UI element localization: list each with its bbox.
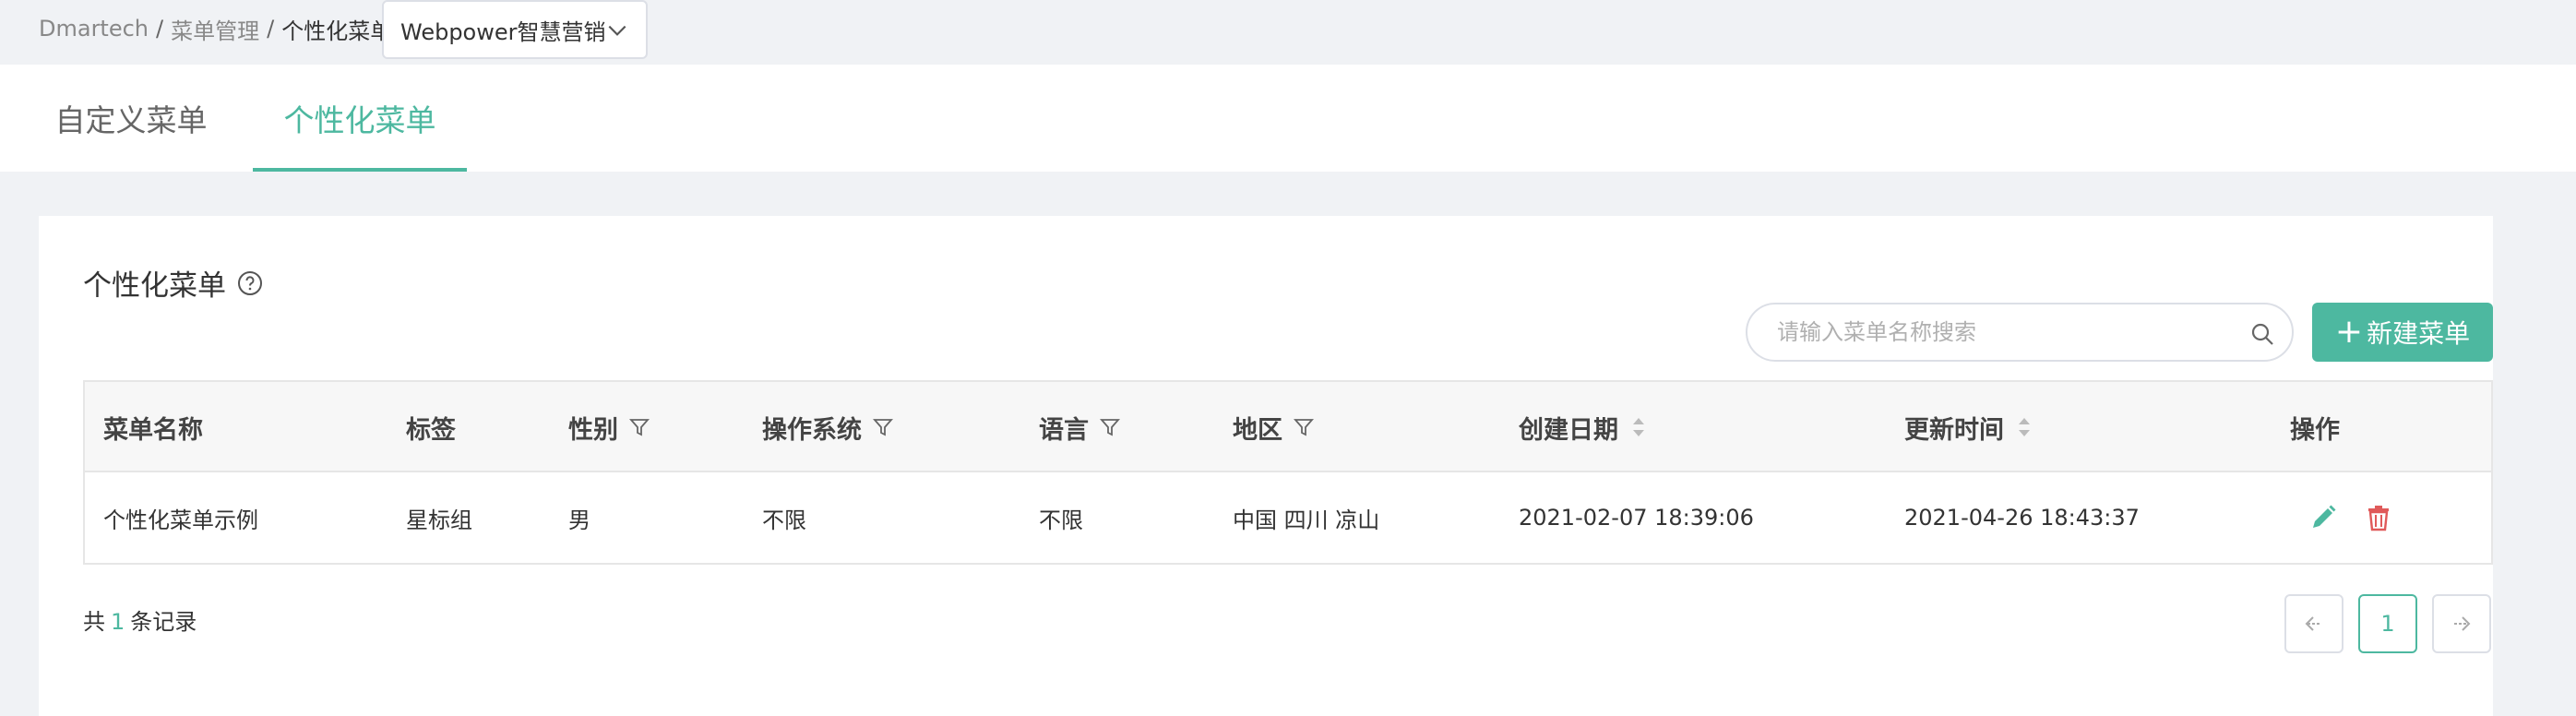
col-header-label: 菜单名称 bbox=[103, 415, 203, 445]
breadcrumb-separator: / bbox=[156, 16, 164, 42]
filter-icon[interactable] bbox=[1100, 417, 1120, 437]
breadcrumb-menu-mgmt[interactable]: 菜单管理 bbox=[171, 13, 259, 45]
col-header-os: 操作系统 bbox=[762, 382, 893, 472]
cell-gender: 男 bbox=[568, 507, 590, 533]
breadcrumb: Dmartech / 菜单管理 / 个性化菜单 bbox=[39, 13, 392, 44]
menu-table: 菜单名称 标签 性别 操作系统 语言 地区 创建日期 更新时间 操作 个性化菜单… bbox=[83, 380, 2493, 565]
total-records: 共 1 条记录 bbox=[83, 603, 197, 636]
filter-icon[interactable] bbox=[873, 417, 893, 437]
breadcrumb-current: 个性化菜单 bbox=[281, 18, 393, 44]
col-header-tag: 标签 bbox=[406, 382, 456, 472]
col-header-gender: 性别 bbox=[568, 382, 650, 472]
col-header-label: 操作 bbox=[2290, 415, 2340, 445]
total-count: 1 bbox=[111, 609, 125, 635]
table-row: 个性化菜单示例 星标组 男 不限 不限 中国 四川 凉山 2021-02-07 … bbox=[85, 472, 2491, 563]
total-suffix: 条记录 bbox=[130, 609, 197, 635]
tab-custom-menu[interactable]: 自定义菜单 bbox=[39, 65, 223, 172]
cell-created: 2021-02-07 18:39:06 bbox=[1519, 505, 1754, 531]
table-header: 菜单名称 标签 性别 操作系统 语言 地区 创建日期 更新时间 操作 bbox=[85, 382, 2491, 472]
col-header-label: 语言 bbox=[1039, 415, 1089, 445]
search-input[interactable] bbox=[1777, 319, 2220, 345]
sort-icon[interactable] bbox=[2017, 412, 2032, 442]
tab-label: 个性化菜单 bbox=[283, 102, 436, 138]
filter-icon[interactable] bbox=[1294, 417, 1314, 437]
edit-icon[interactable] bbox=[2308, 503, 2338, 532]
account-select-value: Webpower智慧营销 bbox=[400, 18, 606, 45]
col-header-actions: 操作 bbox=[2290, 382, 2340, 472]
cell-name: 个性化菜单示例 bbox=[103, 507, 258, 533]
help-icon[interactable] bbox=[237, 270, 263, 296]
col-header-language: 语言 bbox=[1039, 382, 1120, 472]
tab-label: 自定义菜单 bbox=[54, 102, 208, 138]
tab-personalized-menu[interactable]: 个性化菜单 bbox=[253, 65, 467, 172]
cell-updated: 2021-04-26 18:43:37 bbox=[1904, 505, 2140, 531]
delete-icon[interactable] bbox=[2364, 503, 2393, 532]
search-icon[interactable] bbox=[2249, 321, 2275, 347]
sort-icon[interactable] bbox=[1631, 412, 1646, 442]
breadcrumb-bar: Dmartech / 菜单管理 / 个性化菜单 Webpower智慧营销 bbox=[0, 0, 2576, 65]
search-box[interactable] bbox=[1746, 303, 2294, 362]
tab-bar: 自定义菜单 个性化菜单 bbox=[0, 65, 2576, 172]
cell-os: 不限 bbox=[762, 507, 806, 533]
plus-icon: + bbox=[2334, 313, 2364, 351]
cell-actions bbox=[2308, 472, 2419, 563]
breadcrumb-root[interactable]: Dmartech bbox=[39, 16, 149, 42]
cell-tag: 星标组 bbox=[406, 507, 472, 533]
arrow-left-icon bbox=[2305, 616, 2321, 631]
filter-icon[interactable] bbox=[629, 417, 650, 437]
cell-region: 中国 四川 凉山 bbox=[1233, 507, 1380, 533]
col-header-label: 更新时间 bbox=[1904, 415, 2004, 445]
col-header-label: 性别 bbox=[568, 415, 618, 445]
content-card: 个性化菜单 + 新建菜单 菜单名称 标签 性别 bbox=[39, 216, 2493, 716]
cell-language: 不限 bbox=[1039, 507, 1083, 533]
page-number: 1 bbox=[2380, 611, 2395, 637]
col-header-label: 操作系统 bbox=[762, 415, 862, 445]
col-header-updated[interactable]: 更新时间 bbox=[1904, 382, 2032, 472]
card-title: 个性化菜单 bbox=[83, 262, 263, 304]
total-prefix: 共 bbox=[83, 609, 105, 635]
account-select[interactable]: Webpower智慧营销 bbox=[382, 0, 648, 59]
next-page-button[interactable] bbox=[2432, 594, 2491, 653]
chevron-down-icon bbox=[608, 25, 626, 36]
new-menu-label: 新建菜单 bbox=[2367, 318, 2471, 349]
col-header-created[interactable]: 创建日期 bbox=[1519, 382, 1646, 472]
page-title: 个性化菜单 bbox=[83, 269, 226, 303]
new-menu-button[interactable]: + 新建菜单 bbox=[2312, 303, 2493, 362]
prev-page-button[interactable] bbox=[2284, 594, 2343, 653]
page-1-button[interactable]: 1 bbox=[2358, 594, 2417, 653]
breadcrumb-separator: / bbox=[267, 16, 275, 42]
col-header-name: 菜单名称 bbox=[103, 382, 203, 472]
col-header-label: 地区 bbox=[1233, 415, 1282, 445]
col-header-label: 创建日期 bbox=[1519, 415, 1618, 445]
col-header-label: 标签 bbox=[406, 415, 456, 445]
col-header-region: 地区 bbox=[1233, 382, 1314, 472]
arrow-right-icon bbox=[2454, 616, 2471, 631]
